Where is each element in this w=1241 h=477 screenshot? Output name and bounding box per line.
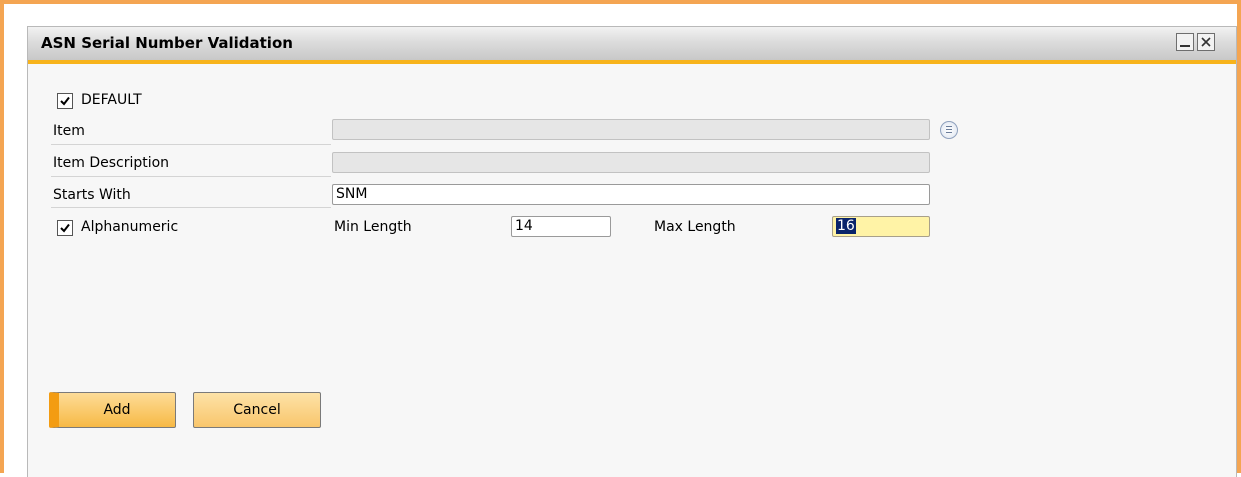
close-icon[interactable] [1197,33,1215,51]
minimize-icon[interactable] [1176,33,1194,51]
min-length-input[interactable]: 14 [511,216,611,237]
max-length-selected-text: 16 [836,218,856,234]
item-row-divider [51,144,331,145]
dialog-window: ASN Serial Number Validation DEFAULT Ite… [27,26,1237,477]
list-lookup-icon[interactable] [940,121,958,139]
max-length-label: Max Length [654,219,736,235]
item-field[interactable] [332,119,930,140]
starts-with-label: Starts With [53,187,131,203]
default-checkbox-label: DEFAULT [81,92,142,108]
cancel-button[interactable]: Cancel [193,392,321,428]
item-description-field[interactable] [332,152,930,173]
title-bar[interactable]: ASN Serial Number Validation [28,27,1236,64]
item-label: Item [53,123,85,139]
starts-with-input[interactable]: SNM [332,184,930,205]
item-description-label: Item Description [53,155,170,171]
item-description-row-divider [51,176,331,177]
starts-with-row-divider [51,207,331,208]
min-length-label: Min Length [334,219,412,235]
add-button[interactable]: Add [49,392,176,428]
max-length-input[interactable]: 16 [832,216,930,237]
alphanumeric-checkbox-label: Alphanumeric [81,219,179,235]
outer-frame: ASN Serial Number Validation DEFAULT Ite… [0,0,1241,477]
default-checkbox[interactable] [57,93,73,109]
window-title: ASN Serial Number Validation [41,34,293,52]
alphanumeric-checkbox[interactable] [57,220,73,236]
